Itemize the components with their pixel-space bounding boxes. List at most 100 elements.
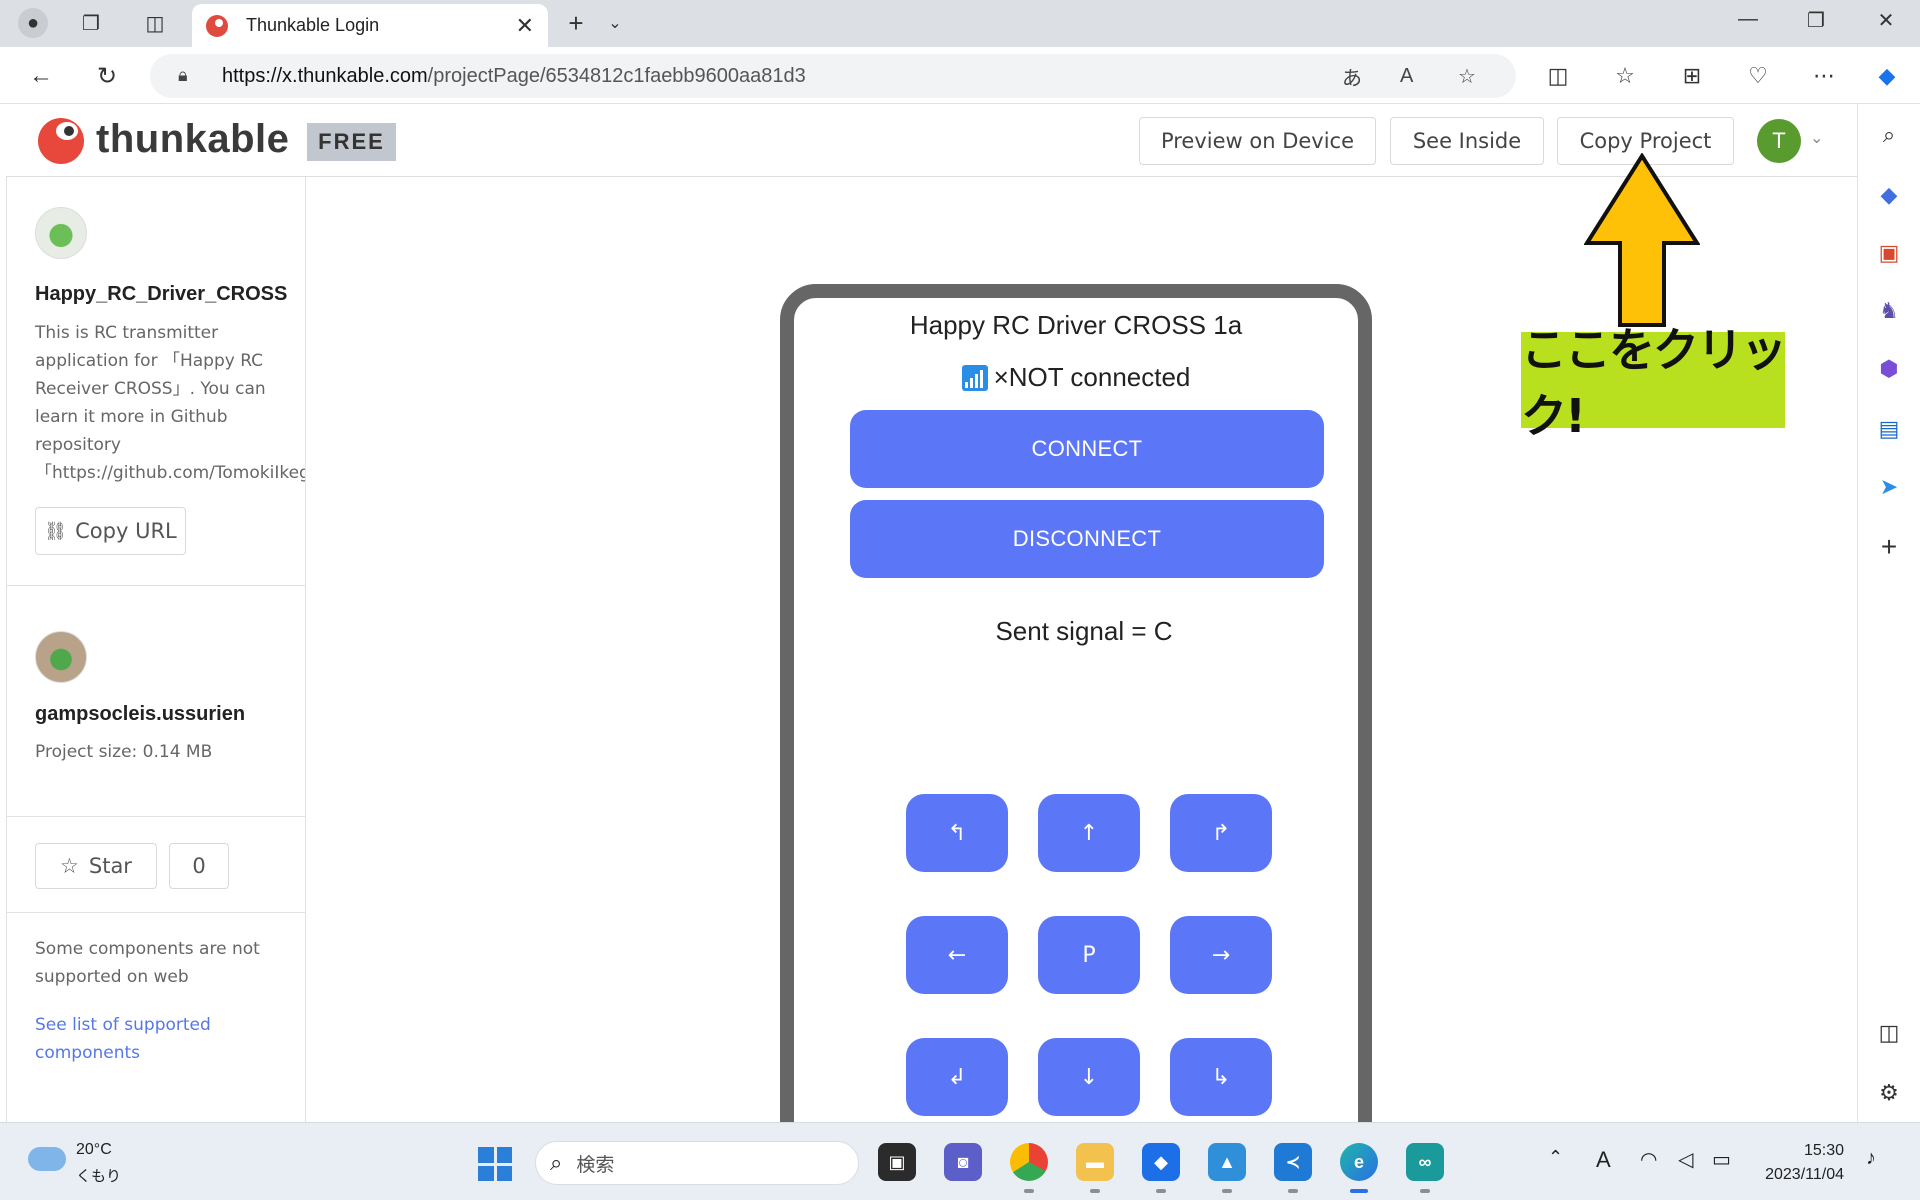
link-icon: ⛓ xyxy=(44,520,68,542)
project-thumbnail xyxy=(35,207,87,259)
dpad-back-left-button[interactable]: ↲ xyxy=(906,1038,1008,1116)
dpad-left-button[interactable]: ← xyxy=(906,916,1008,994)
split-screen-icon[interactable]: ◫ xyxy=(1541,59,1575,93)
star-section: ☆ Star 0 xyxy=(7,817,305,913)
wifi-icon[interactable]: ◠ xyxy=(1640,1147,1657,1172)
dpad-forward-button[interactable]: ↑ xyxy=(1038,794,1140,872)
more-menu-icon[interactable]: ⋯ xyxy=(1807,59,1841,93)
tab-list-chevron-icon[interactable]: ⌄ xyxy=(600,8,630,38)
web-support-note: Some components are not supported on web xyxy=(35,939,260,987)
preview-on-device-button[interactable]: Preview on Device xyxy=(1139,117,1376,165)
address-bar[interactable]: 🔒︎ https://x.thunkable.com/projectPage/6… xyxy=(150,54,1516,98)
shopping-tag-icon[interactable]: ◆ xyxy=(1874,180,1904,210)
outlook-icon[interactable]: ▤ xyxy=(1874,414,1904,444)
add-sidebar-app-icon[interactable]: + xyxy=(1874,531,1904,562)
thunkable-favicon xyxy=(206,14,228,37)
volume-icon[interactable]: ◁ xyxy=(1678,1147,1693,1172)
clock-time: 15:30 xyxy=(1803,1142,1844,1159)
dpad-right-button[interactable]: → xyxy=(1170,916,1272,994)
phone-frame: Happy RC Driver CROSS 1a ×NOT connected … xyxy=(780,284,1372,1122)
drop-send-icon[interactable]: ➤ xyxy=(1874,472,1904,502)
project-sidebar: Happy_RC_Driver_CROSS This is RC transmi… xyxy=(6,177,306,1122)
file-explorer-icon[interactable]: ▬ xyxy=(1076,1143,1114,1181)
minimize-icon[interactable]: — xyxy=(1728,8,1768,31)
taskbar-search-box[interactable]: ⌕ 検索 xyxy=(535,1141,859,1185)
dpad-forward-left-button[interactable]: ↰ xyxy=(906,794,1008,872)
weather-temperature: 20°C xyxy=(76,1141,112,1158)
tools-briefcase-icon[interactable]: ▣ xyxy=(1874,238,1904,268)
task-view-icon[interactable]: ▣ xyxy=(878,1143,916,1181)
arduino-running-indicator xyxy=(1420,1189,1430,1193)
user-avatar[interactable]: T xyxy=(1757,119,1801,163)
author-name[interactable]: gampsocleis.ussurien xyxy=(35,703,245,726)
favorite-star-icon[interactable]: ☆ xyxy=(1458,54,1476,98)
search-icon[interactable]: ⌕ xyxy=(1874,120,1904,150)
chrome-icon[interactable] xyxy=(1010,1143,1048,1181)
battery-icon[interactable]: ▭ xyxy=(1712,1147,1731,1172)
close-window-icon[interactable]: ✕ xyxy=(1866,8,1906,33)
see-inside-button[interactable]: See Inside xyxy=(1390,117,1544,165)
weather-condition: くもり xyxy=(76,1168,122,1185)
close-tab-icon[interactable]: ✕ xyxy=(516,13,534,39)
dpad-forward-right-button[interactable]: ↱ xyxy=(1170,794,1272,872)
vscode-running-indicator xyxy=(1288,1189,1298,1193)
microsoft-365-icon[interactable]: ⬢ xyxy=(1874,354,1904,384)
connect-button[interactable]: CONNECT xyxy=(850,410,1324,488)
profile-icon[interactable]: ● xyxy=(18,8,48,38)
collections-icon[interactable]: ⊞ xyxy=(1675,59,1709,93)
favorites-icon[interactable]: ☆ xyxy=(1608,59,1642,93)
edge-icon[interactable]: e xyxy=(1340,1143,1378,1181)
thunkable-logo-icon xyxy=(38,118,84,164)
copilot-icon[interactable]: ◆ xyxy=(1870,59,1904,93)
photos-icon[interactable]: ▲ xyxy=(1208,1143,1246,1181)
dpad-back-right-button[interactable]: ↳ xyxy=(1170,1038,1272,1116)
restore-icon[interactable]: ❐ xyxy=(1796,8,1836,33)
refresh-icon[interactable]: ↻ xyxy=(90,59,124,93)
games-icon[interactable]: ♞ xyxy=(1874,296,1904,326)
dpad-park-button[interactable]: P xyxy=(1038,916,1140,994)
arduino-icon[interactable]: ∞ xyxy=(1406,1143,1444,1181)
tab-thunkable-login[interactable]: Thunkable Login ✕ xyxy=(192,4,548,47)
new-tab-icon[interactable]: + xyxy=(561,8,591,38)
author-section: gampsocleis.ussurien Project size: 0.14 … xyxy=(7,586,305,817)
sidebar-settings-gear-icon[interactable]: ⚙ xyxy=(1874,1078,1904,1108)
star-button[interactable]: ☆ Star xyxy=(35,843,157,889)
browser-essentials-icon[interactable]: ♡ xyxy=(1741,59,1775,93)
plan-badge: FREE xyxy=(307,123,396,161)
project-name: Happy_RC_Driver_CROSS xyxy=(35,283,288,305)
url-text: https://x.thunkable.com/projectPage/6534… xyxy=(222,64,806,87)
teams-chat-icon[interactable]: ◙ xyxy=(944,1143,982,1181)
translate-icon[interactable]: あ xyxy=(1342,54,1362,98)
disconnect-button[interactable]: DISCONNECT xyxy=(850,500,1324,578)
star-label: Star xyxy=(88,854,132,878)
cloud-icon[interactable] xyxy=(28,1147,66,1171)
read-aloud-icon[interactable]: A xyxy=(1400,54,1413,98)
chrome-running-indicator xyxy=(1024,1189,1034,1193)
dpad-back-button[interactable]: ↓ xyxy=(1038,1038,1140,1116)
supported-components-link[interactable]: See list of supported components xyxy=(35,1011,255,1067)
logo-text: thunkable xyxy=(96,117,290,161)
vertical-tabs-icon[interactable]: ◫ xyxy=(140,8,170,38)
tray-overflow-chevron-icon[interactable]: ⌃ xyxy=(1548,1147,1563,1168)
copy-url-button[interactable]: ⛓ Copy URL xyxy=(35,507,186,555)
windows-start-icon[interactable] xyxy=(478,1147,512,1181)
notification-bell-icon[interactable]: ♪ xyxy=(1866,1147,1876,1170)
project-info-section: Happy_RC_Driver_CROSS This is RC transmi… xyxy=(7,177,305,586)
star-count: 0 xyxy=(169,843,229,889)
sidebar-toggle-icon[interactable]: ◫ xyxy=(1874,1018,1904,1048)
search-icon: ⌕ xyxy=(550,1150,563,1175)
edge-active-indicator xyxy=(1350,1189,1368,1193)
project-size: Project size: 0.14 MB xyxy=(35,742,213,762)
chevron-down-icon[interactable]: ⌄ xyxy=(1810,128,1823,148)
vscode-icon[interactable]: ≺ xyxy=(1274,1143,1312,1181)
ime-icon[interactable]: A xyxy=(1596,1147,1611,1173)
copy-url-label: Copy URL xyxy=(75,519,177,543)
workspaces-icon[interactable]: ❐ xyxy=(76,8,106,38)
app-diamond-running-indicator xyxy=(1156,1189,1166,1193)
tab-title: Thunkable Login xyxy=(246,15,380,35)
app-diamond-icon[interactable]: ◆ xyxy=(1142,1143,1180,1181)
back-arrow-icon[interactable]: ← xyxy=(24,59,58,93)
system-clock[interactable]: 15:30 2023/11/04 xyxy=(1764,1139,1844,1187)
explorer-running-indicator xyxy=(1090,1189,1100,1193)
sent-signal-text: Sent signal = C xyxy=(995,616,1173,646)
